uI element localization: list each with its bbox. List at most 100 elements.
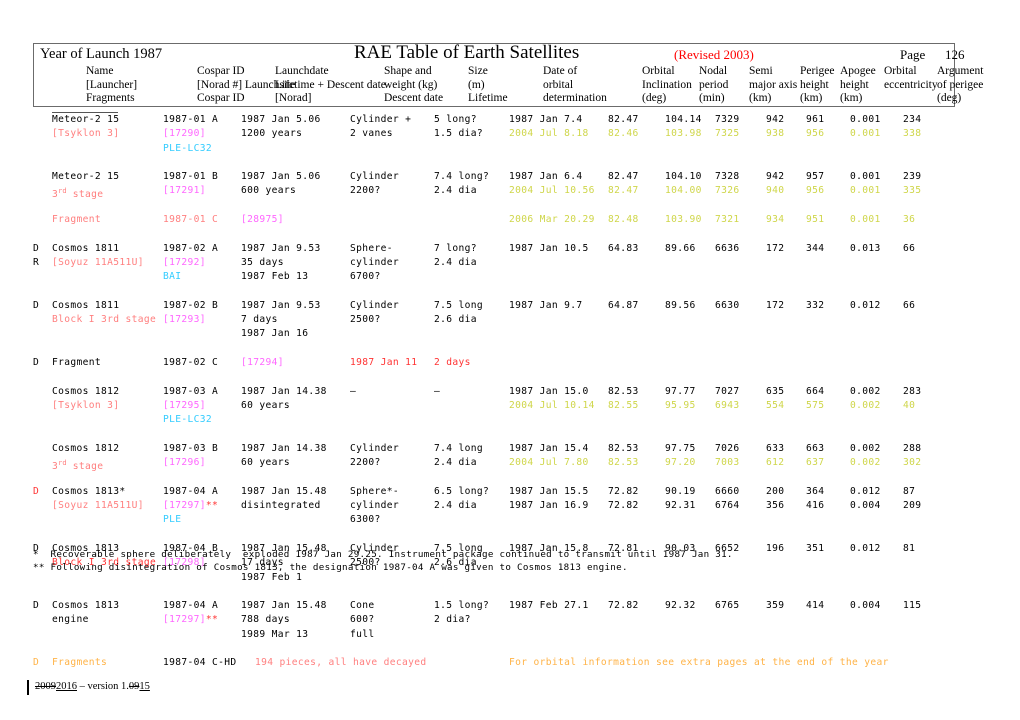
cell-ecc: 0.002 [850,385,881,397]
cell-incl: 82.46 [608,128,639,140]
cell-date: 1987 Jan 9.7 [509,299,583,311]
cell-date: 2004 Jul 10.14 [509,399,595,411]
column-header-line: Lifetime [468,92,508,105]
cell-name: Fragment [52,214,102,226]
column-header-line: Perigee [800,65,835,77]
cell-nodal: 97.77 [665,385,696,397]
cell-peri: 172 [766,242,785,254]
column-header-argument-of-perigee: Argument of perigee (deg) [937,65,983,106]
table-row: D Cosmos 1813 1987-04 A 1987 Jan 15.48 Cone 1… [0,599,1020,613]
table-row: 3rd stage [17291] 600 years 2200? 2.4 dia 200… [0,184,1020,200]
column-header-semi-major-axis: Semi major axis (km) [749,65,797,106]
cell-size: 7.4 long? [434,171,490,183]
row-spacer [0,199,1020,213]
footnote-line: * Recoverable sphere deliberately explod… [33,549,733,560]
cell-peri: 934 [766,214,785,226]
row-spacer [0,585,1020,599]
cell-peri: 172 [766,299,785,311]
cell-peri: 200 [766,485,785,497]
cell-size: 2.4 dia [434,256,477,268]
cell-name: Cosmos 1812 [52,385,120,397]
cell-cospar: 1987-02 C [163,357,219,369]
cell-ecc: 0.001 [850,114,881,125]
cell-name: Cosmos 1813* [52,485,126,497]
column-header-orbital-inclination: Orbital Inclination (deg) [642,65,692,106]
cell-shape: Sphere- [350,242,393,254]
column-header-name: Name [Launcher] Fragments [86,65,137,106]
cell-name: engine [52,614,89,626]
cell-dr: R [33,256,40,268]
cell-size: 2.4 dia [434,457,477,469]
cell-peri: 942 [766,171,785,183]
column-header-line: major axis [749,78,798,91]
cell-peri: 938 [766,128,785,140]
cell-dr: D [33,657,40,669]
table-row: 3rd stage [17296] 60 years 2200? 2.4 dia 2004… [0,456,1020,472]
cell-ecc: 0.001 [850,185,881,197]
cell-peri: 942 [766,114,785,125]
table-row: Cosmos 1812 1987-03 B 1987 Jan 14.38 Cylind… [0,442,1020,456]
cell-launch: 1987 Jan 16 [241,328,309,340]
year-of-launch-label: Year of Launch 1987 [40,46,163,62]
cell-apo: 414 [806,600,825,612]
cell-peri: 612 [766,457,785,469]
table-row: D Fragment 1987-02 C [17294] 1987 Jan 11 2 da… [0,356,1020,370]
cell-apo: 951 [806,214,825,226]
cell-nodal: 104.14 [665,114,702,125]
cell-launch: 788 days [241,614,291,626]
cell-arg: 302 [903,457,922,469]
table-row: PLE-LC32 [0,142,1020,156]
cell-name: Fragment [52,357,102,369]
column-header-apogee-height: Apogee height (km) [840,65,876,106]
column-header-line: [Launcher] [86,78,138,91]
cell-semi: 6764 [715,500,740,512]
cell-semi: 7325 [715,128,740,140]
column-header-line: (deg) [937,92,962,105]
cell-ecc: 0.001 [850,214,881,226]
cell-name: Block I 3rd stage [52,314,157,326]
column-header-line: Inclination [642,78,692,91]
cell-launch: 60 years [241,399,291,411]
satellite-group: Meteor-2 15 1987-01 B 1987 Jan 5.06 Cylinde… [0,170,1020,213]
cell-cospar: BAI [163,271,182,283]
column-header-line: eccentricity [884,78,938,91]
column-header-line: Shape and [384,65,432,77]
cell-launch: 1987 Jan 14.38 [241,385,327,397]
ordinal-superscript: rd [58,459,67,468]
column-header-line: Fragments [86,92,135,105]
table-row: D Fragments 1987-04 C-HD 194 pieces, all ha… [0,656,1020,670]
column-header-line: Lifetime + Descent date [275,78,386,91]
cell-peri: 633 [766,442,785,454]
revised-label: (Revised 2003) [674,47,754,62]
cell-apo: 956 [806,128,825,140]
cell-date: 1987 Jan 15.5 [509,485,589,497]
table-row: R [Soyuz 11A511U] [17292] 35 days cylinder 2.… [0,256,1020,270]
column-header-line: orbital [543,78,574,91]
cell-apo: 637 [806,457,825,469]
column-header-line: Size [468,65,488,77]
cell-size: 6.5 long? [434,485,490,497]
cell-semi: 7326 [715,185,740,197]
cell-size: 2.6 dia [434,314,477,326]
cell-cospar: [17297]** [163,500,219,512]
column-header-line: period [699,78,729,91]
table-row: D Cosmos 1811 1987-02 A 1987 Jan 9.53 Sphere… [0,242,1020,256]
table-row: [Tsyklon 3] [17295] 60 years 2004 Jul 10.14… [0,399,1020,413]
cell-cospar: 1987-01 B [163,171,219,183]
column-header-line: Name [86,65,114,77]
change-bar [27,680,29,695]
cell-name: Cosmos 1812 [52,442,120,454]
cell-size: 7 long? [434,242,477,254]
cell-shape: 600? [350,614,375,626]
cell-arg: 66 [903,242,916,254]
table-row: Fragment 1987-01 C [28975] 2006 Mar 20.29 82… [0,213,1020,227]
cell-size: 5 long? [434,114,477,125]
cell-apo: 664 [806,385,825,397]
cell-shape: full [350,628,375,640]
cell-nodal: 90.19 [665,485,696,497]
cell-launch: [28975] [241,214,284,226]
cell-arg: 234 [903,114,922,125]
cell-ecc: 0.013 [850,242,881,254]
cell-incl: 82.47 [608,114,639,125]
cell-name: [Tsyklon 3] [52,399,120,411]
